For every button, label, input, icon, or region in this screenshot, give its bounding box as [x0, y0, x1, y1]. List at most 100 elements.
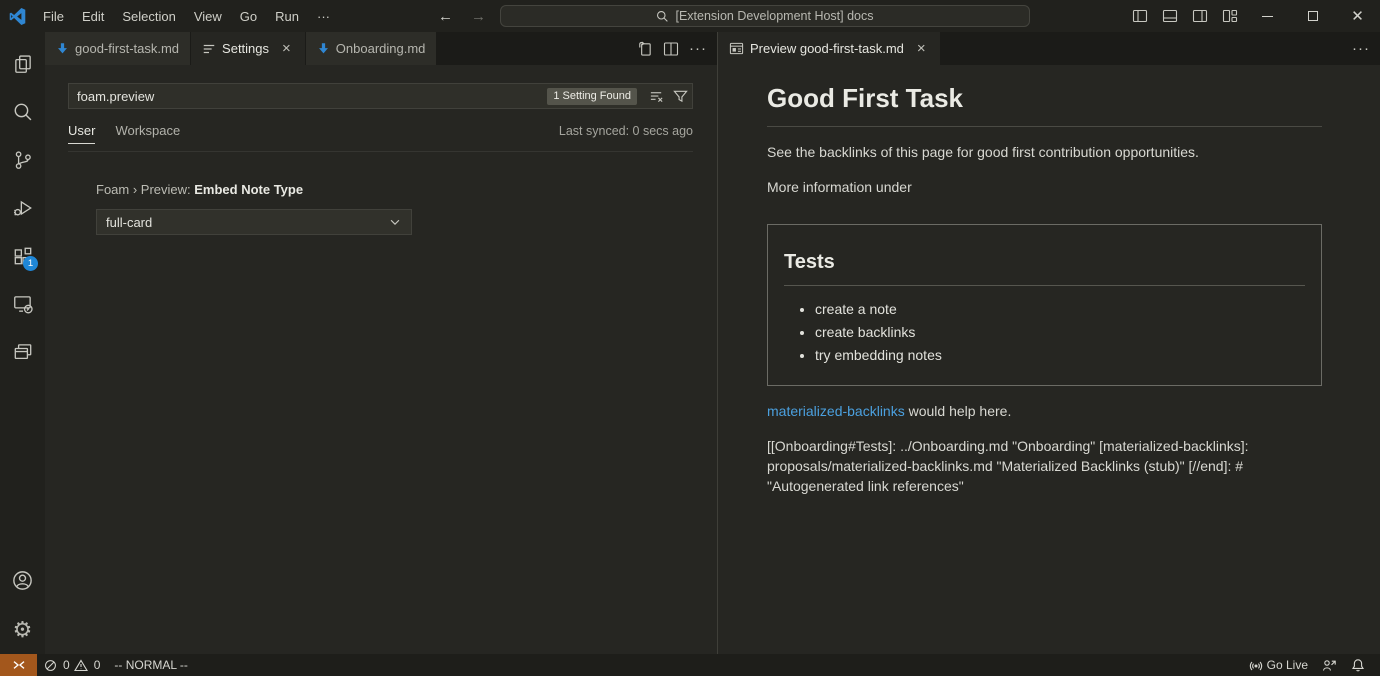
backlink-sentence: materialized-backlinks would help here. — [767, 401, 1322, 421]
error-icon — [44, 659, 57, 672]
menu-run[interactable]: Run — [266, 5, 308, 28]
menu-view[interactable]: View — [185, 5, 231, 28]
window-maximize-button[interactable] — [1290, 0, 1335, 32]
vim-mode-indicator[interactable]: -- NORMAL -- — [107, 654, 195, 676]
go-live-button[interactable]: Go Live — [1242, 654, 1315, 676]
titlebar: File Edit Selection View Go Run ··· ← → … — [0, 0, 1380, 32]
list-item: create backlinks — [815, 324, 1305, 340]
broadcast-icon — [1249, 658, 1263, 672]
menu-selection[interactable]: Selection — [113, 5, 184, 28]
materialized-backlinks-link[interactable]: materialized-backlinks — [767, 403, 905, 419]
left-tab-strip: good-first-task.md Settings × Onboarding… — [45, 32, 717, 65]
problems-indicator[interactable]: 0 0 — [37, 654, 107, 676]
menu-go[interactable]: Go — [231, 5, 266, 28]
error-count: 0 — [63, 658, 70, 672]
search-sidebar-icon[interactable] — [0, 88, 45, 136]
clear-settings-search-icon[interactable] — [644, 89, 668, 104]
setting-title: Foam › Preview: Embed Note Type — [96, 182, 693, 197]
live-share-button[interactable] — [1315, 654, 1344, 676]
list-item: create a note — [815, 301, 1305, 317]
menu-edit[interactable]: Edit — [73, 5, 113, 28]
scope-tab-workspace[interactable]: Workspace — [115, 123, 180, 143]
vscode-logo-icon — [9, 8, 26, 25]
tab-label: Settings — [222, 41, 269, 56]
markdown-preview-icon — [729, 41, 744, 56]
extensions-icon[interactable]: 1 — [0, 232, 45, 280]
settings-editor-pane: good-first-task.md Settings × Onboarding… — [45, 32, 717, 654]
search-icon — [656, 10, 669, 23]
settings-search-box: 1 Setting Found — [68, 83, 693, 109]
manage-gear-icon[interactable]: ⚙ — [0, 606, 45, 654]
command-center-search[interactable]: [Extension Development Host] docs — [500, 5, 1030, 27]
settings-scope-tabs: User Workspace Last synced: 0 secs ago — [68, 123, 693, 152]
menu-overflow[interactable]: ··· — [308, 5, 339, 28]
card-bullet-list: create a note create backlinks try embed… — [784, 301, 1305, 363]
tab-onboarding[interactable]: Onboarding.md — [306, 32, 438, 65]
last-synced-label: Last synced: 0 secs ago — [559, 124, 693, 138]
setting-name: Embed Note Type — [194, 182, 303, 197]
extensions-badge: 1 — [23, 256, 38, 271]
right-tab-strip: Preview good-first-task.md × ··· — [718, 32, 1380, 65]
tab-preview-good-first-task[interactable]: Preview good-first-task.md × — [718, 32, 941, 65]
filter-settings-icon[interactable] — [668, 89, 692, 104]
markdown-file-icon — [317, 42, 330, 55]
markdown-preview-content: Good First Task See the backlinks of thi… — [718, 65, 1380, 512]
markdown-file-icon — [56, 42, 69, 55]
markdown-preview-pane: Preview good-first-task.md × ··· Good Fi… — [718, 32, 1380, 654]
embedded-note-card: Tests create a note create backlinks try… — [767, 224, 1322, 386]
remote-indicator[interactable] — [0, 654, 37, 676]
scope-tab-user[interactable]: User — [68, 123, 95, 144]
go-live-label: Go Live — [1267, 658, 1308, 672]
window-close-button[interactable]: ✕ — [1335, 0, 1380, 32]
run-and-debug-icon[interactable] — [0, 184, 45, 232]
explorer-icon[interactable] — [0, 40, 45, 88]
accounts-icon[interactable] — [0, 556, 45, 604]
toggle-secondary-sidebar-icon[interactable] — [1185, 0, 1215, 32]
warning-count: 0 — [94, 658, 101, 672]
editor-windows-icon[interactable] — [0, 328, 45, 376]
open-settings-json-icon[interactable] — [636, 40, 653, 57]
tab-close-icon[interactable]: × — [914, 40, 929, 57]
live-share-icon — [1322, 658, 1337, 672]
chevron-down-icon — [388, 215, 402, 229]
nav-forward-button[interactable]: → — [467, 8, 490, 25]
editor-more-actions-icon[interactable]: ··· — [1352, 40, 1370, 57]
preview-paragraph: More information under — [767, 177, 1322, 197]
split-editor-icon[interactable] — [663, 41, 679, 57]
tab-settings[interactable]: Settings × — [191, 32, 306, 65]
source-control-icon[interactable] — [0, 136, 45, 184]
menu-file[interactable]: File — [34, 5, 73, 28]
setting-item-embed-note-type: Foam › Preview: Embed Note Type full-car… — [96, 182, 693, 235]
settings-editor-icon — [202, 42, 216, 56]
status-bar: 0 0 -- NORMAL -- Go Live — [0, 654, 1380, 676]
list-item: try embedding notes — [815, 347, 1305, 363]
select-value: full-card — [106, 215, 152, 230]
toggle-primary-sidebar-icon[interactable] — [1125, 0, 1155, 32]
notifications-bell-button[interactable] — [1344, 654, 1372, 676]
link-tail-text: would help here. — [905, 403, 1012, 419]
settings-result-count-badge: 1 Setting Found — [547, 88, 637, 105]
page-title: Good First Task — [767, 83, 1322, 127]
customize-layout-icon[interactable] — [1215, 0, 1245, 32]
setting-category: Foam › Preview: — [96, 182, 194, 197]
tab-label: good-first-task.md — [75, 41, 179, 56]
toggle-panel-icon[interactable] — [1155, 0, 1185, 32]
nav-back-button[interactable]: ← — [434, 8, 457, 25]
command-center-label: [Extension Development Host] docs — [675, 9, 873, 23]
preview-paragraph: See the backlinks of this page for good … — [767, 142, 1322, 162]
tab-label: Onboarding.md — [336, 41, 426, 56]
settings-search-input[interactable] — [69, 89, 547, 104]
activity-bar: 1 ⚙ — [0, 32, 45, 654]
link-references-text: [[Onboarding#Tests]: ../Onboarding.md "O… — [767, 436, 1322, 497]
embed-note-type-select[interactable]: full-card — [96, 209, 412, 235]
menu-bar: File Edit Selection View Go Run ··· — [34, 5, 339, 28]
tab-label: Preview good-first-task.md — [750, 41, 904, 56]
tab-close-icon[interactable]: × — [279, 40, 294, 57]
window-minimize-button[interactable] — [1245, 0, 1290, 32]
bell-icon — [1351, 658, 1365, 672]
tab-good-first-task[interactable]: good-first-task.md — [45, 32, 191, 65]
remote-explorer-icon[interactable] — [0, 280, 45, 328]
warning-icon — [74, 659, 88, 672]
titlebar-controls: ✕ — [1125, 0, 1380, 32]
editor-more-actions-icon[interactable]: ··· — [689, 40, 707, 57]
